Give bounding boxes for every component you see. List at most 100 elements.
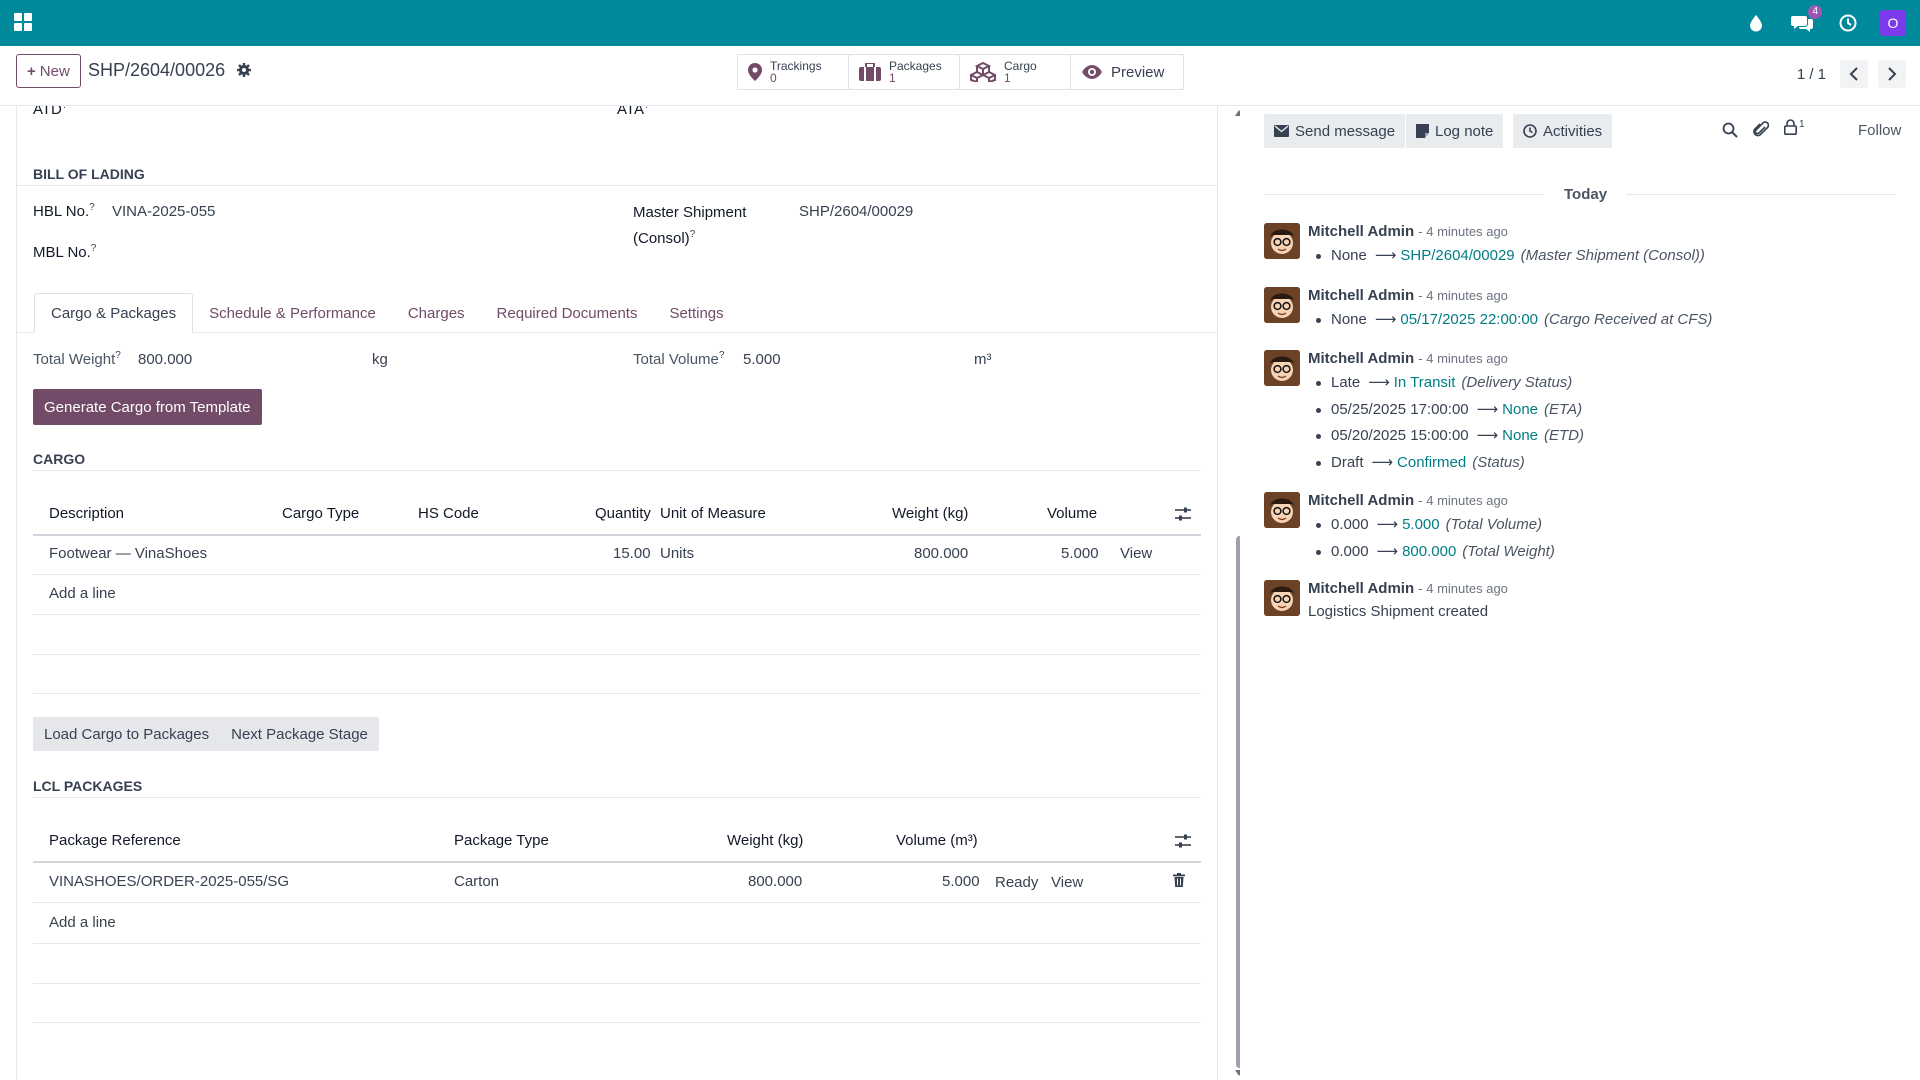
cargo-view-link[interactable]: View — [1120, 545, 1152, 562]
pkg-ready-button[interactable]: Ready — [995, 874, 1038, 891]
chatter-message: Mitchell Admin - 4 minutes ago Logistics… — [1264, 580, 1864, 620]
paperclip-icon[interactable] — [1753, 121, 1770, 143]
master-shipment-label: Master Shipment (Consol)? — [633, 204, 747, 247]
follow-button[interactable]: Follow — [1858, 122, 1901, 139]
pkg-col-type[interactable]: Package Type — [454, 832, 549, 849]
chevron-right-icon — [1888, 67, 1897, 81]
hbl-field[interactable]: VINA-2025-055 — [112, 203, 215, 220]
preview-smart-button[interactable]: Preview — [1071, 55, 1183, 89]
tracking-value-line: Late ⟶ In Transit (Delivery Status) — [1316, 373, 1572, 391]
long-arrow-right-icon: ⟶ — [1374, 247, 1397, 264]
tab-schedule-performance[interactable]: Schedule & Performance — [193, 293, 392, 333]
pkg-col-volume[interactable]: Volume (m³) — [896, 832, 978, 849]
cargo-col-cargo-type[interactable]: Cargo Type — [282, 505, 359, 522]
lock-icon — [1784, 119, 1797, 135]
plus-icon: + — [27, 62, 36, 80]
search-icon[interactable] — [1722, 122, 1738, 142]
total-weight-field[interactable]: 800.000 — [138, 351, 192, 368]
pkg-reference-cell[interactable]: VINASHOES/ORDER-2025-055/SG — [49, 873, 289, 890]
control-panel: + New SHP/2604/00026 Trackings 0 Package… — [0, 46, 1920, 106]
cargo-count: 1 — [1004, 71, 1011, 85]
mbl-label: MBL No.? — [33, 243, 97, 261]
clock-icon[interactable] — [1834, 9, 1862, 37]
cargo-col-weight[interactable]: Weight (kg) — [892, 505, 968, 522]
chatter-message: Mitchell Admin - 4 minutes ago 0.000 ⟶ 5.0… — [1264, 492, 1864, 562]
total-volume-label: Total Volume? — [633, 350, 725, 368]
cargo-smart-button[interactable]: Cargo 1 — [960, 55, 1071, 89]
apps-menu-icon[interactable] — [14, 13, 32, 31]
chatter-panel: Send message Log note Activities 1 Follo… — [1240, 106, 1920, 1080]
pkg-type-cell[interactable]: Carton — [454, 873, 499, 890]
pager-value[interactable]: 1 / 1 — [1797, 66, 1826, 83]
cargo-col-uom[interactable]: Unit of Measure — [660, 505, 766, 522]
avatar[interactable] — [1264, 287, 1300, 323]
ata-label: ATA? — [617, 106, 650, 118]
chat-icon[interactable]: 4 — [1788, 5, 1822, 37]
message-author[interactable]: Mitchell Admin — [1308, 350, 1414, 367]
user-avatar[interactable]: O — [1880, 10, 1906, 36]
message-author[interactable]: Mitchell Admin — [1308, 580, 1414, 597]
chevron-left-icon — [1849, 67, 1858, 81]
message-author[interactable]: Mitchell Admin — [1308, 287, 1414, 304]
water-drop-icon[interactable] — [1742, 9, 1770, 37]
gear-icon[interactable] — [236, 62, 252, 78]
trackings-smart-button[interactable]: Trackings 0 — [738, 55, 849, 89]
chat-count-badge: 4 — [1808, 5, 1822, 19]
cargo-col-hs-code[interactable]: HS Code — [418, 505, 479, 522]
section-divider — [17, 185, 1217, 186]
preview-label: Preview — [1111, 63, 1165, 81]
tracking-value-line: 0.000 ⟶ 5.000 (Total Volume) — [1316, 515, 1542, 533]
row-divider — [33, 574, 1201, 575]
cubes-icon — [970, 62, 996, 82]
tracking-value-line: 05/20/2025 15:00:00 ⟶ None (ETD) — [1316, 426, 1584, 444]
lcl-packages-title: LCL PACKAGES — [33, 778, 143, 794]
cargo-title: CARGO — [33, 451, 86, 467]
log-note-button[interactable]: Log note — [1406, 114, 1504, 148]
total-volume-field[interactable]: 5.000 — [743, 351, 781, 368]
message-author[interactable]: Mitchell Admin — [1308, 223, 1414, 240]
message-time: - 4 minutes ago — [1418, 493, 1508, 508]
optional-columns-icon[interactable] — [1175, 834, 1191, 852]
pkg-add-line-link[interactable]: Add a line — [49, 914, 116, 931]
trash-icon[interactable] — [1173, 873, 1185, 891]
today-separator: Today — [1564, 186, 1608, 203]
cargo-action-buttons: Load Cargo to Packages Next Package Stag… — [33, 717, 379, 751]
generate-cargo-button[interactable]: Generate Cargo from Template — [33, 389, 262, 425]
row-divider — [33, 614, 1201, 615]
optional-columns-icon[interactable] — [1175, 507, 1191, 525]
avatar[interactable] — [1264, 492, 1300, 528]
next-package-stage-button[interactable]: Next Package Stage — [220, 717, 379, 751]
bill-of-lading-title: BILL OF LADING — [33, 166, 145, 182]
send-message-button[interactable]: Send message — [1264, 114, 1406, 148]
master-shipment-field[interactable]: SHP/2604/00029 — [799, 203, 913, 220]
trackings-label: Trackings — [770, 59, 822, 73]
pager-next-button[interactable] — [1878, 60, 1906, 88]
pkg-col-weight[interactable]: Weight (kg) — [727, 832, 803, 849]
tab-required-documents[interactable]: Required Documents — [481, 293, 654, 333]
cargo-weight-cell: 800.000 — [914, 545, 969, 562]
message-author[interactable]: Mitchell Admin — [1308, 492, 1414, 509]
total-weight-label: Total Weight? — [33, 350, 121, 368]
row-divider — [33, 943, 1201, 944]
packages-smart-button[interactable]: Packages 1 — [849, 55, 960, 89]
pkg-col-reference[interactable]: Package Reference — [49, 832, 181, 849]
cargo-col-description[interactable]: Description — [49, 505, 124, 522]
new-button[interactable]: + New — [16, 54, 81, 88]
avatar[interactable] — [1264, 350, 1300, 386]
avatar[interactable] — [1264, 223, 1300, 259]
load-cargo-button[interactable]: Load Cargo to Packages — [33, 717, 220, 751]
pager-previous-button[interactable] — [1840, 60, 1868, 88]
cargo-add-line-link[interactable]: Add a line — [49, 585, 116, 602]
smart-buttons: Trackings 0 Packages 1 Cargo 1 Preview — [737, 54, 1184, 90]
activities-button[interactable]: Activities — [1513, 114, 1613, 148]
message-time: - 4 minutes ago — [1418, 288, 1508, 303]
avatar[interactable] — [1264, 580, 1300, 616]
cargo-col-volume[interactable]: Volume — [1047, 505, 1097, 522]
tab-charges[interactable]: Charges — [392, 293, 481, 333]
tab-cargo-packages[interactable]: Cargo & Packages — [34, 293, 194, 333]
followers-button[interactable]: 1 — [1784, 119, 1805, 135]
tab-settings[interactable]: Settings — [653, 293, 739, 333]
long-arrow-right-icon: ⟶ — [1368, 374, 1390, 391]
pkg-view-link[interactable]: View — [1051, 874, 1083, 891]
cargo-col-quantity[interactable]: Quantity — [595, 505, 651, 522]
